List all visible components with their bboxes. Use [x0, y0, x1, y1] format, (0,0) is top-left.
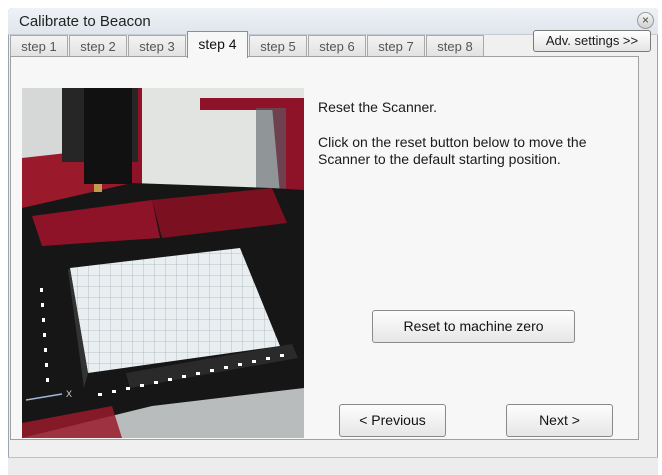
tab-step-5[interactable]: step 5: [249, 35, 307, 57]
scanner-column: [84, 88, 132, 184]
tab-step-3[interactable]: step 3: [128, 35, 186, 57]
reset-to-machine-zero-button[interactable]: Reset to machine zero: [372, 310, 575, 343]
window-title: Calibrate to Beacon: [19, 13, 151, 30]
advanced-settings-button[interactable]: Adv. settings >>: [533, 30, 651, 52]
instruction-heading: Reset the Scanner.: [318, 99, 438, 115]
close-icon[interactable]: ×: [637, 12, 654, 29]
tab-step-2[interactable]: step 2: [69, 35, 127, 57]
tab-step-6[interactable]: step 6: [308, 35, 366, 57]
probe-tip: [94, 184, 102, 192]
scanner-photo: X: [22, 88, 304, 438]
tab-step-8[interactable]: step 8: [426, 35, 484, 57]
tab-step-1[interactable]: step 1: [10, 35, 68, 57]
tab-step-7[interactable]: step 7: [367, 35, 425, 57]
next-button[interactable]: Next >: [506, 404, 613, 437]
instruction-body: Click on the reset button below to move …: [318, 134, 587, 167]
previous-button[interactable]: < Previous: [339, 404, 446, 437]
axis-label-x: X: [66, 389, 72, 399]
status-strip: [8, 457, 658, 475]
tab-step-4[interactable]: step 4: [187, 31, 248, 58]
